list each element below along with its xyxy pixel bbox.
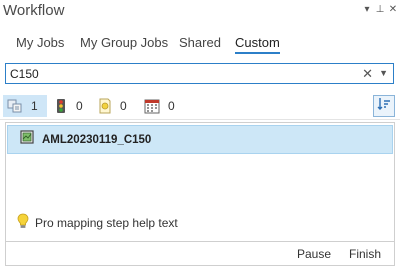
tab-my-jobs[interactable]: My Jobs	[16, 34, 64, 56]
filter-count: 0	[120, 99, 127, 113]
filter-all-jobs-button[interactable]: 1	[3, 95, 47, 117]
tab-my-group-jobs[interactable]: My Group Jobs	[80, 34, 168, 56]
pause-button[interactable]: Pause	[297, 247, 331, 261]
step-help: Pro mapping step help text	[17, 213, 178, 232]
sort-button[interactable]	[373, 95, 395, 117]
pending-note-icon	[98, 98, 112, 114]
chevron-down-icon[interactable]: ▼	[379, 65, 388, 82]
filter-due-date-button[interactable]: 0	[144, 95, 184, 117]
job-list: AML20230119_C150 Pro mapping step help t…	[5, 122, 395, 242]
filter-count: 0	[76, 99, 83, 113]
lightbulb-icon	[17, 213, 29, 232]
calendar-icon	[144, 98, 160, 114]
filter-notes-button[interactable]: 0	[98, 95, 136, 117]
filter-count: 1	[31, 99, 38, 113]
options-dropdown-icon[interactable]: ▾	[361, 3, 373, 17]
step-footer: Pause Finish	[5, 242, 395, 266]
job-search-box: ✕ ▼	[5, 63, 394, 84]
clear-search-icon[interactable]: ✕	[362, 65, 373, 82]
help-text: Pro mapping step help text	[35, 215, 178, 230]
pane-titlebar: Workflow ▾ ⊥ ✕	[0, 0, 400, 24]
list-item[interactable]: AML20230119_C150	[7, 125, 393, 154]
tab-shared[interactable]: Shared	[179, 34, 221, 56]
auto-hide-pin-icon[interactable]: ⊥	[374, 3, 386, 17]
tab-custom[interactable]: Custom	[235, 34, 280, 56]
close-icon[interactable]: ✕	[387, 3, 399, 17]
filter-status-button[interactable]: 0	[54, 95, 92, 117]
search-input[interactable]	[10, 65, 350, 82]
sort-icon	[377, 97, 391, 116]
traffic-light-icon	[54, 98, 68, 114]
tab-strip: My Jobs My Group Jobs Shared Custom	[0, 34, 400, 60]
filter-count: 0	[168, 99, 175, 113]
job-name: AML20230119_C150	[42, 133, 152, 146]
job-filter-bar: 1 0 0 0	[0, 92, 400, 120]
jobs-icon	[7, 98, 23, 114]
pane-title: Workflow	[3, 2, 65, 19]
job-map-icon	[20, 130, 34, 149]
finish-button[interactable]: Finish	[349, 247, 381, 261]
